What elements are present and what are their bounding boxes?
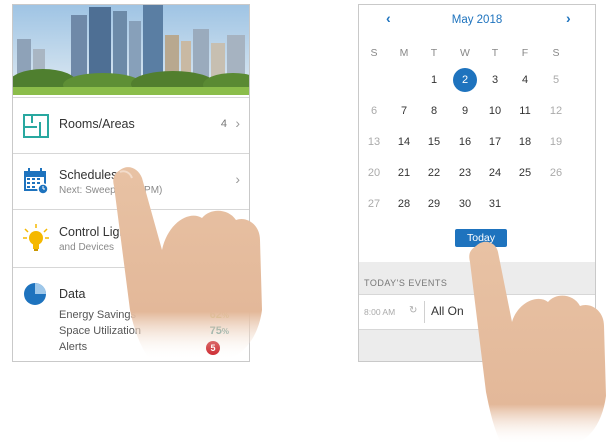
weekday-header: F [521,47,529,59]
event-time: 8:00 AM [364,307,396,317]
event-item[interactable]: 8:00 AM ↻ All On [359,294,595,330]
repeat-icon: ↻ [409,305,418,316]
events-section-title: TODAY'S EVENTS [364,278,448,288]
city-skyline-hero-image [13,5,249,95]
menu-item-rooms-areas[interactable]: Rooms/Areas 4 › [13,97,249,153]
space-utilization-value: 75% [209,325,229,337]
energy-savings-label: Energy Savings [59,309,137,321]
calendar-day[interactable]: 10 [480,100,510,122]
calendar-header: ‹ May 2018 › [359,5,595,33]
calendar-day[interactable]: 24 [480,162,510,184]
menu-item-subtitle: and Devices [59,242,115,253]
calendar-day[interactable]: 1 [419,69,449,91]
calendar-day[interactable]: 15 [419,131,449,153]
calendar-day[interactable]: 13 [359,131,389,153]
calendar-day[interactable]: 27 [359,193,389,215]
calendar-day[interactable]: 14 [389,131,419,153]
calendar-day[interactable]: 4 [510,69,540,91]
calendar-day[interactable]: 19 [541,131,571,153]
menu-item-control-lights[interactable]: Control Lights and Devices [13,209,249,267]
calendar-day-selected[interactable]: 2 [450,69,480,91]
menu-item-label: Control Lights [59,225,137,239]
weekday-header: W [460,47,470,59]
mobile-app-calendar-screen: ‹ May 2018 › S M T W T F S 1 2 3 4 5 6 7 8 9 10 11 12 13 14 1… [358,4,596,362]
data-section[interactable]: Data Energy Savings 62% Space Utilizatio… [13,267,249,361]
calendar-day[interactable]: 12 [541,100,571,122]
rooms-count: 4 [220,118,227,130]
calendar-day[interactable]: 30 [450,193,480,215]
calendar-day[interactable]: 22 [419,162,449,184]
calendar-day[interactable]: 18 [510,131,540,153]
calendar-day[interactable]: 11 [510,100,540,122]
pie-chart-icon [24,283,46,305]
weekday-header: M [399,47,409,59]
calendar-day[interactable]: 20 [359,162,389,184]
weekday-header: T [430,47,438,59]
calendar-day[interactable]: 26 [541,162,571,184]
chevron-right-icon: › [235,171,240,187]
calendar-day[interactable]: 31 [480,193,510,215]
menu-item-label: Rooms/Areas [59,117,135,131]
floorplan-icon [23,114,49,138]
calendar-day[interactable]: 17 [480,131,510,153]
weekday-header: T [491,47,499,59]
calendar-day[interactable]: 16 [450,131,480,153]
calendar-day[interactable]: 5 [541,69,571,91]
calendar-month-title: May 2018 [451,14,503,26]
calendar-day[interactable]: 28 [389,193,419,215]
mobile-app-home-screen: Rooms/Areas 4 › Schedules Next: Sweep (8… [12,4,250,362]
energy-savings-value: 62% [209,309,229,321]
next-schedule-text: Next: Sweep (8:00 PM) [59,185,163,196]
calendar-day[interactable]: 9 [450,100,480,122]
menu-item-schedules[interactable]: Schedules Next: Sweep (8:00 PM) › [13,153,249,209]
divider [424,301,425,323]
alerts-count-badge[interactable]: 5 [206,341,220,355]
menu-item-label: Schedules [59,168,118,182]
lightbulb-icon [23,224,49,251]
calendar-clock-icon [24,168,49,195]
calendar-day[interactable]: 23 [450,162,480,184]
today-button[interactable]: Today [455,229,507,247]
space-utilization-label: Space Utilization [59,325,141,337]
calendar-day[interactable]: 29 [419,193,449,215]
alerts-label: Alerts [59,341,88,353]
chevron-right-icon: › [235,115,240,131]
weekday-header: S [370,47,378,59]
chevron-right-icon[interactable]: › [566,10,571,26]
calendar-day[interactable]: 6 [359,100,389,122]
calendar-day[interactable]: 8 [419,100,449,122]
calendar-day[interactable]: 25 [510,162,540,184]
data-title: Data [59,287,86,301]
weekday-header: S [552,47,560,59]
event-name: All On [431,304,464,318]
calendar-day[interactable]: 7 [389,100,419,122]
calendar-day[interactable]: 21 [389,162,419,184]
calendar-day[interactable]: 3 [480,69,510,91]
